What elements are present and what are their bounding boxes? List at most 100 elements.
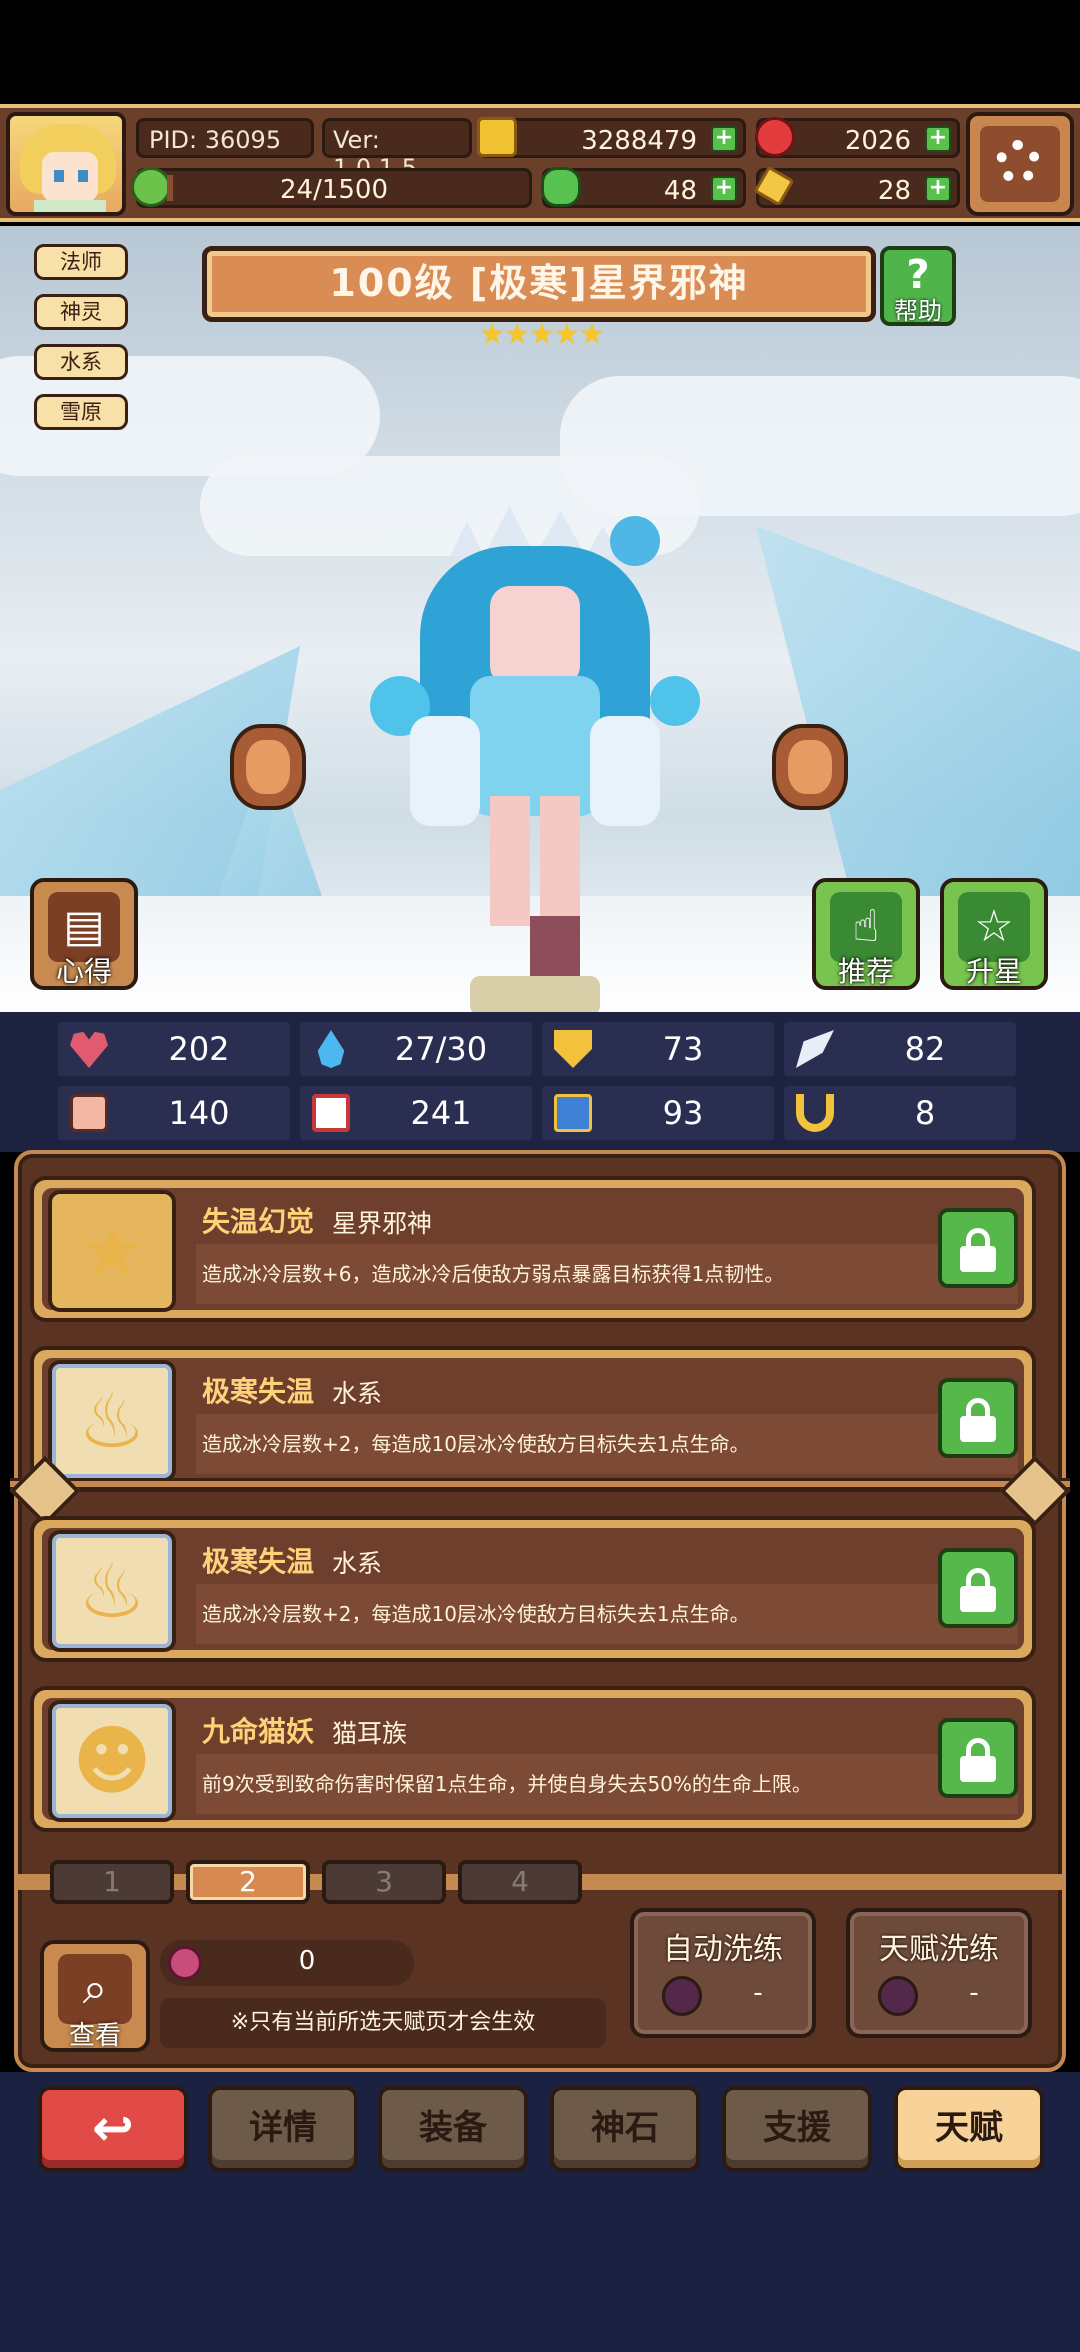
add-gold-button[interactable]: + — [711, 126, 737, 152]
talent-icon-frame: ♨ — [48, 1530, 176, 1652]
nav-equipment[interactable]: 装备 — [378, 2086, 528, 2172]
exp-text: 24/1500 — [279, 175, 388, 205]
lock-button[interactable] — [938, 1718, 1018, 1798]
nav-support-label: 支援 — [763, 2108, 831, 2148]
key-value: 28 — [877, 176, 911, 206]
auto-reroll-cost: - — [753, 1978, 763, 2008]
view-label: 查看 — [68, 2021, 121, 2051]
nav-godstone[interactable]: 神石 — [550, 2086, 700, 2172]
page-tab-1[interactable]: 1 — [50, 1860, 174, 1904]
lock-button[interactable] — [938, 1548, 1018, 1628]
star-up-button[interactable]: ☆ 升星 — [940, 878, 1048, 990]
notes-label: 心得 — [55, 955, 112, 988]
talent-slot-1[interactable]: ★ 失温幻觉 星界邪神 造成冰冷层数+6，造成冰冷后使敌方弱点暴露目标获得1点韧… — [30, 1176, 1036, 1322]
key-icon — [753, 165, 795, 207]
player-id: PID: 36095 — [136, 118, 314, 158]
player-id-text: PID: 36095 — [149, 126, 282, 154]
nav-details[interactable]: 详情 — [208, 2086, 358, 2172]
magnifier-icon: ⌕ — [82, 1963, 108, 2014]
stat-attack: 140 — [58, 1086, 290, 1140]
tag-element: 水系 — [34, 344, 128, 380]
auto-reroll-button[interactable]: 自动洗练 - — [630, 1908, 816, 2038]
lock-button[interactable] — [938, 1378, 1018, 1458]
card-icon — [554, 1094, 592, 1132]
talent-description: 前9次受到致命伤害时保留1点生命，并使自身失去50%的生命上限。 — [202, 1772, 812, 1796]
nav-talent-label: 天赋 — [935, 2108, 1003, 2148]
nav-talent[interactable]: 天赋 — [894, 2086, 1044, 2172]
stat-crit: 8 — [784, 1086, 1016, 1140]
hero-sprite[interactable] — [370, 496, 700, 1016]
tag-race: 神灵 — [34, 294, 128, 330]
stat-magic: 241 — [300, 1086, 532, 1140]
right-arrow-icon — [788, 740, 832, 794]
stat-crit-value: 8 — [914, 1094, 936, 1132]
lock-icon — [960, 1756, 996, 1782]
clover-icon — [541, 167, 581, 207]
lock-button[interactable] — [938, 1208, 1018, 1288]
left-arrow-icon — [246, 740, 290, 794]
gear-icon — [996, 140, 1040, 184]
view-button[interactable]: ⌕ 查看 — [40, 1940, 150, 2052]
talent-divider — [10, 1478, 1070, 1490]
stat-mana-value: 27/30 — [394, 1030, 488, 1068]
fruit-icon — [662, 1976, 702, 2016]
stat-defense-value: 73 — [662, 1030, 704, 1068]
fruit-value: 0 — [298, 1946, 316, 1976]
prev-hero-button[interactable] — [230, 724, 306, 810]
page-tab-2[interactable]: 2 — [186, 1860, 310, 1904]
talent-reroll-button[interactable]: 天赋洗练 - — [846, 1908, 1032, 2038]
water-drop-icon — [317, 1030, 345, 1068]
exp-bar: 24/1500 — [131, 167, 532, 208]
help-button[interactable]: ? 帮助 — [880, 246, 956, 326]
shield-icon — [554, 1030, 592, 1068]
top-bar: PID: 36095 Ver: 1.0.1.5 3288479 + 2026 +… — [0, 104, 1080, 222]
fist-icon — [70, 1094, 108, 1132]
nav-godstone-label: 神石 — [591, 2108, 659, 2148]
talent-description: 造成冰冷层数+2，每造成10层冰冷使敌方目标失去1点生命。 — [202, 1432, 750, 1456]
stat-card: 93 — [542, 1086, 774, 1140]
stat-speed: 82 — [784, 1022, 1016, 1076]
page-tab-4[interactable]: 4 — [458, 1860, 582, 1904]
talent-type: 水系 — [332, 1379, 383, 1408]
gold-value: 3288479 — [581, 126, 697, 156]
add-gem-button[interactable]: + — [925, 126, 951, 152]
player-avatar[interactable] — [6, 112, 126, 216]
add-key-button[interactable]: + — [925, 176, 951, 202]
version: Ver: 1.0.1.5 — [322, 118, 472, 182]
next-hero-button[interactable] — [772, 724, 848, 810]
stat-card-value: 93 — [662, 1094, 704, 1132]
stat-hp: 202 — [58, 1022, 290, 1076]
water-drop-icon: ♨ — [77, 1546, 147, 1635]
stat-mana: 27/30 — [300, 1022, 532, 1076]
recommend-button[interactable]: ☝ 推荐 — [812, 878, 920, 990]
back-button[interactable]: ↩ — [38, 2086, 188, 2172]
hero-scene: 法师 神灵 水系 雪原 100级 [极寒]星界邪神 ★★★★★ ? 帮助 ▤ 心… — [0, 226, 1080, 1016]
stat-attack-value: 140 — [168, 1094, 230, 1132]
lock-icon — [960, 1246, 996, 1272]
talent-slot-4[interactable]: ☻ 九命猫妖 猫耳族 前9次受到致命伤害时保留1点生命，并使自身失去50%的生命… — [30, 1686, 1036, 1832]
water-drop-icon: ♨ — [77, 1376, 147, 1465]
nav-equipment-label: 装备 — [419, 2108, 487, 2148]
fruit-counter: 0 — [160, 1940, 414, 1986]
settings-button[interactable] — [966, 112, 1074, 216]
clover-value: 48 — [663, 176, 697, 206]
add-clover-button[interactable]: + — [711, 176, 737, 202]
gem-value: 2026 — [844, 126, 911, 156]
stat-speed-value: 82 — [904, 1030, 946, 1068]
wing-icon — [796, 1030, 834, 1068]
gold-coin-icon — [477, 117, 517, 157]
talent-slot-3[interactable]: ♨ 极寒失温 水系 造成冰冷层数+2，每造成10层冰冷使敌方目标失去1点生命。 — [30, 1516, 1036, 1662]
talent-name: 极寒失温 — [202, 1545, 315, 1578]
nav-support[interactable]: 支援 — [722, 2086, 872, 2172]
fruit-icon — [878, 1976, 918, 2016]
talent-reroll-cost: - — [969, 1978, 979, 2008]
talent-slot-2[interactable]: ♨ 极寒失温 水系 造成冰冷层数+2，每造成10层冰冷使敌方目标失去1点生命。 — [30, 1346, 1036, 1492]
page-tab-3[interactable]: 3 — [322, 1860, 446, 1904]
notes-button[interactable]: ▤ 心得 — [30, 878, 138, 990]
spellbook-icon — [312, 1094, 350, 1132]
lock-icon — [960, 1416, 996, 1442]
talent-icon-frame: ♨ — [48, 1360, 176, 1482]
heart-icon — [70, 1031, 108, 1068]
red-gem-icon — [755, 117, 795, 157]
nav-details-label: 详情 — [249, 2108, 317, 2148]
